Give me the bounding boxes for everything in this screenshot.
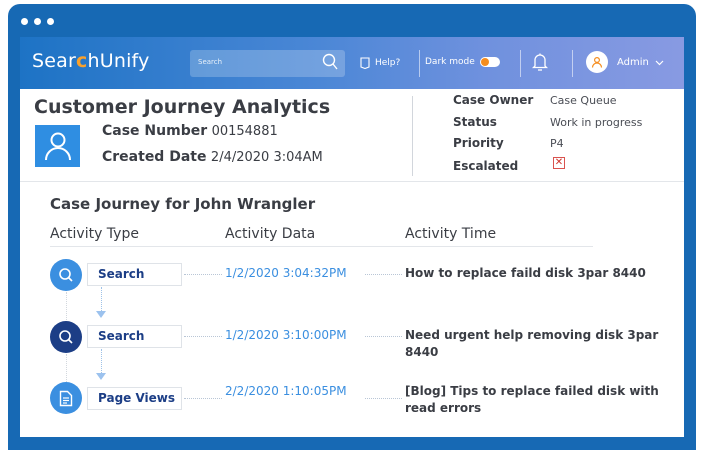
case-number: Case Number 00154881 — [102, 123, 278, 139]
search-icon[interactable] — [322, 53, 338, 75]
activity-type-search[interactable]: Search — [87, 325, 182, 348]
admin-label: Admin — [617, 57, 649, 68]
page-views-activity-icon — [50, 382, 82, 414]
case-number-label: Case Number — [102, 123, 208, 139]
created-date: Created Date 2/4/2020 3:04AM — [102, 149, 323, 165]
activity-time: 1/2/2020 3:10:00PM — [225, 328, 347, 342]
search-placeholder: Search — [198, 58, 223, 66]
flow-arrow-icon — [96, 311, 106, 318]
column-header-activity-data: Activity Data — [225, 226, 316, 242]
flow-connector — [101, 287, 102, 311]
search-input[interactable]: Search — [190, 50, 345, 77]
case-owner-label: Case Owner — [453, 93, 534, 107]
column-header-activity-time: Activity Time — [405, 226, 497, 242]
vertical-divider — [412, 96, 413, 176]
status-label: Status — [453, 115, 497, 129]
activity-type-page-views[interactable]: Page Views — [87, 387, 182, 410]
connector-line — [365, 336, 402, 337]
customer-user-icon — [35, 125, 80, 167]
case-number-value: 00154881 — [211, 124, 278, 139]
priority-label: Priority — [453, 136, 504, 150]
help-button[interactable]: Help? — [360, 57, 400, 69]
escalated-x-icon: ✕ — [553, 157, 565, 169]
help-doc-icon — [360, 57, 370, 69]
timeline-connector — [66, 292, 67, 320]
page-title: Customer Journey Analytics — [34, 96, 331, 118]
window-controls — [21, 18, 54, 25]
activity-time: 2/2/2020 1:10:05PM — [225, 384, 347, 398]
activity-data: How to replace faild disk 3par 8440 — [405, 266, 646, 280]
activity-time: 1/2/2020 3:04:32PM — [225, 266, 347, 280]
chevron-down-icon — [655, 60, 664, 65]
divider — [572, 50, 573, 77]
window-dot-3[interactable] — [47, 18, 54, 25]
window-dot-1[interactable] — [21, 18, 28, 25]
case-owner-value: Case Queue — [550, 94, 617, 107]
browser-frame: SearchUnify Search Help? Dark mode Admin… — [8, 4, 696, 450]
flow-connector — [101, 349, 102, 373]
searchunify-logo[interactable]: SearchUnify — [32, 50, 150, 72]
connector-line — [365, 398, 402, 399]
timeline-connector — [66, 354, 67, 382]
activity-data: [Blog] Tips to replace failed disk with … — [405, 384, 659, 415]
divider — [419, 50, 420, 77]
avatar[interactable] — [586, 51, 608, 73]
header-underline — [50, 246, 593, 247]
top-bar: SearchUnify Search Help? Dark mode Admin — [20, 37, 684, 89]
connector-line — [184, 336, 222, 337]
dark-mode-toggle[interactable]: Dark mode — [425, 57, 500, 67]
dark-mode-label: Dark mode — [425, 57, 475, 67]
section-divider — [20, 181, 684, 182]
toggle-switch[interactable] — [479, 57, 500, 67]
journey-title: Case Journey for John Wrangler — [50, 195, 316, 213]
divider — [520, 50, 521, 77]
search-activity-icon — [50, 321, 82, 353]
search-activity-icon — [50, 259, 82, 291]
column-header-activity-type: Activity Type — [50, 226, 139, 242]
admin-menu[interactable]: Admin — [617, 57, 664, 68]
activity-data: Need urgent help removing disk 3par 8440 — [405, 328, 659, 359]
app-window: SearchUnify Search Help? Dark mode Admin… — [20, 37, 684, 437]
bell-icon[interactable] — [531, 52, 549, 76]
connector-line — [184, 274, 222, 275]
created-date-value: 2/4/2020 3:04AM — [210, 150, 323, 165]
priority-value: P4 — [550, 137, 564, 150]
connector-line — [365, 274, 402, 275]
created-date-label: Created Date — [102, 149, 207, 165]
flow-arrow-icon — [96, 373, 106, 380]
connector-line — [184, 398, 222, 399]
user-avatar-icon — [591, 56, 603, 68]
status-value: Work in progress — [550, 116, 643, 129]
window-dot-2[interactable] — [34, 18, 41, 25]
escalated-label: Escalated — [453, 159, 519, 173]
help-label: Help? — [375, 58, 401, 68]
activity-type-search[interactable]: Search — [87, 263, 182, 286]
